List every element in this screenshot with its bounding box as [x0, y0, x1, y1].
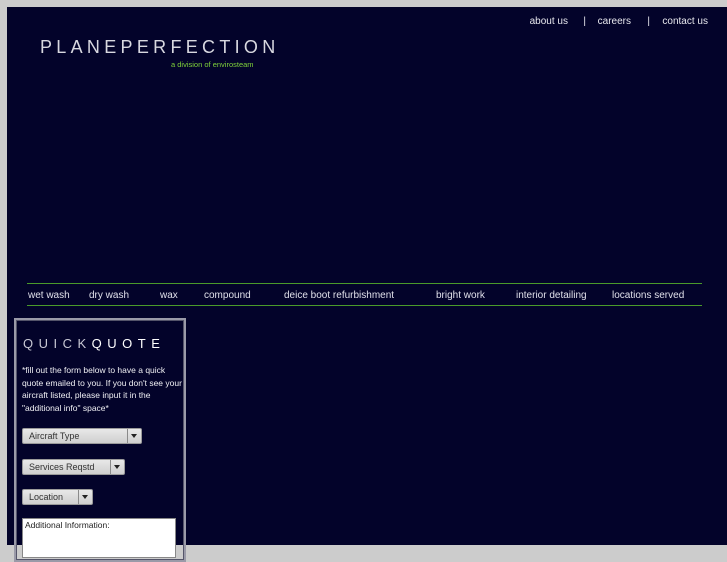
menu-item-compound[interactable]: compound — [204, 290, 251, 301]
chevron-down-icon[interactable] — [127, 429, 141, 443]
location-select[interactable]: Location — [22, 489, 93, 505]
menu-item-wet-wash[interactable]: wet wash — [28, 290, 70, 301]
chevron-down-icon[interactable] — [110, 460, 124, 474]
aircraft-type-select[interactable]: Aircraft Type — [22, 428, 142, 444]
menu-top-rule — [27, 283, 702, 284]
title-bold: QUOTE — [91, 336, 166, 351]
menu-item-interior-detailing[interactable]: interior detailing — [516, 290, 587, 301]
contact-us-link[interactable]: contact us — [662, 16, 708, 27]
menu-item-deice-boot[interactable]: deice boot refurbishment — [284, 290, 394, 301]
site-logo[interactable]: PLANEPERFECTION — [40, 37, 280, 58]
select-label: Services Reqstd — [29, 462, 95, 472]
menu-item-dry-wash[interactable]: dry wash — [89, 290, 129, 301]
title-light: QUICK — [23, 336, 92, 351]
menu-item-wax[interactable]: wax — [160, 290, 178, 301]
nav-separator: | — [647, 16, 650, 27]
menu-item-locations-served[interactable]: locations served — [612, 290, 684, 301]
services-requested-select[interactable]: Services Reqstd — [22, 459, 125, 475]
nav-separator: | — [583, 16, 586, 27]
tagline: a division of envirosteam — [171, 60, 254, 69]
about-us-link[interactable]: about us — [530, 16, 568, 27]
menu-item-bright-work[interactable]: bright work — [436, 290, 485, 301]
additional-info-textarea[interactable]: Additional Information: — [22, 518, 176, 558]
chevron-down-icon[interactable] — [78, 490, 92, 504]
select-label: Location — [29, 492, 64, 502]
select-label: Aircraft Type — [29, 431, 80, 441]
menu-bottom-rule — [27, 305, 702, 306]
quick-quote-description: *fill out the form below to have a quick… — [22, 365, 182, 413]
page-container: about us | careers | contact us PLANEPER… — [7, 7, 727, 562]
careers-link[interactable]: careers — [598, 16, 631, 27]
quick-quote-panel: QUICKQUOTE *fill out the form below to h… — [14, 318, 186, 562]
quick-quote-title: QUICKQUOTE — [23, 336, 165, 351]
